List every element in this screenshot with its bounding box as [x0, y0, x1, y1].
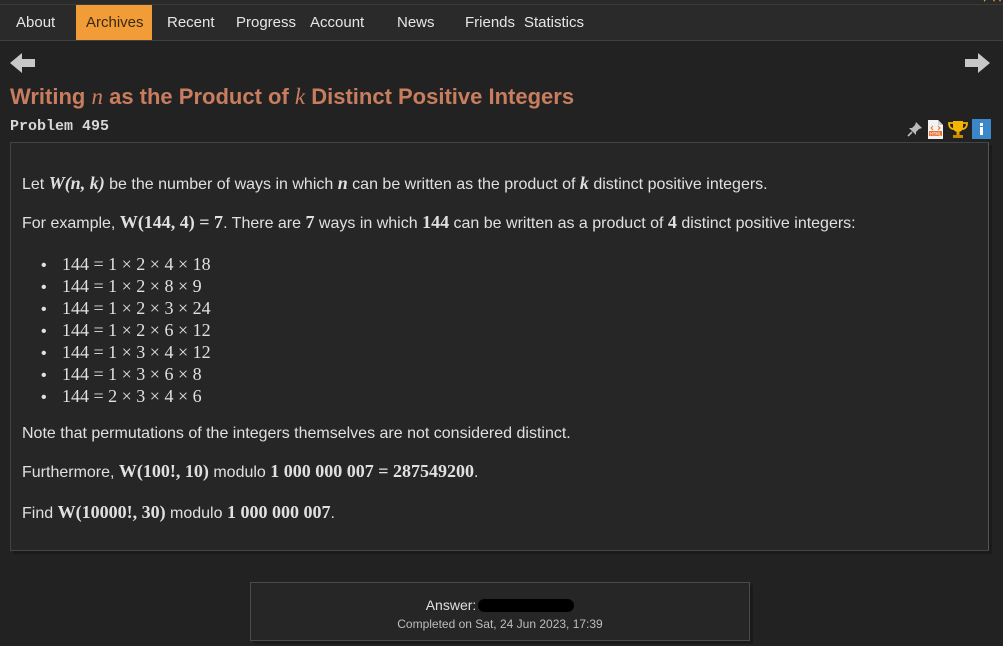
- nav-progress[interactable]: Progress: [221, 5, 298, 40]
- list-item: 144 = 1 × 2 × 8 × 9: [41, 275, 211, 297]
- paragraph-definition: Let W(n, k) be the number of ways in whi…: [22, 173, 768, 193]
- divider: [0, 40, 1003, 41]
- trophy-icon[interactable]: [948, 119, 968, 139]
- corner-indicator: ▾ ▾▾: [982, 0, 1003, 5]
- paragraph-note: Note that permutations of the integers t…: [22, 425, 571, 442]
- svg-text:HTML: HTML: [930, 131, 942, 136]
- nav-archives[interactable]: Archives: [76, 5, 152, 40]
- list-item: 144 = 1 × 3 × 6 × 8: [41, 363, 211, 385]
- left-arrow-icon[interactable]: [10, 52, 36, 74]
- paragraph-furthermore: Furthermore, W(100!, 10) modulo 1 000 00…: [22, 461, 479, 481]
- main-nav: About Archives Recent Progress Account N…: [0, 5, 614, 40]
- example-list: 144 = 1 × 2 × 4 × 18 144 = 1 × 2 × 8 × 9…: [41, 253, 211, 407]
- list-item: 144 = 1 × 2 × 6 × 12: [41, 319, 211, 341]
- answer-line: Answer:: [251, 597, 749, 613]
- redacted-answer: [478, 599, 575, 612]
- problem-number: Problem 495: [10, 118, 110, 135]
- info-icon[interactable]: [972, 119, 991, 139]
- top-navigation-bar: ▾ ▾▾ About Archives Recent Progress Acco…: [0, 0, 1003, 41]
- nav-recent[interactable]: Recent: [152, 5, 221, 40]
- answer-panel: Answer: Completed on Sat, 24 Jun 2023, 1…: [250, 582, 750, 641]
- pin-icon[interactable]: [907, 121, 923, 137]
- answer-label: Answer:: [425, 597, 477, 613]
- list-item: 144 = 1 × 2 × 3 × 24: [41, 297, 211, 319]
- nav-about[interactable]: About: [0, 5, 76, 40]
- nav-statistics[interactable]: Statistics: [524, 5, 614, 40]
- nav-news[interactable]: News: [383, 5, 453, 40]
- nav-account[interactable]: Account: [298, 5, 383, 40]
- problem-actions: HTML: [907, 118, 991, 140]
- list-item: 144 = 1 × 3 × 4 × 12: [41, 341, 211, 363]
- page-title: Writing n as the Product of k Distinct P…: [10, 84, 575, 109]
- completed-timestamp: Completed on Sat, 24 Jun 2023, 17:39: [397, 617, 603, 631]
- list-item: 144 = 1 × 2 × 4 × 18: [41, 253, 211, 275]
- html-file-icon[interactable]: HTML: [927, 119, 944, 140]
- right-arrow-icon[interactable]: [964, 52, 990, 74]
- paragraph-example: For example, W(144, 4) = 7. There are 7 …: [22, 212, 856, 232]
- problem-content: Let W(n, k) be the number of ways in whi…: [10, 142, 989, 551]
- nav-friends[interactable]: Friends: [453, 5, 524, 40]
- list-item: 144 = 2 × 3 × 4 × 6: [41, 385, 211, 407]
- paragraph-find: Find W(10000!, 30) modulo 1 000 000 007.: [22, 502, 335, 522]
